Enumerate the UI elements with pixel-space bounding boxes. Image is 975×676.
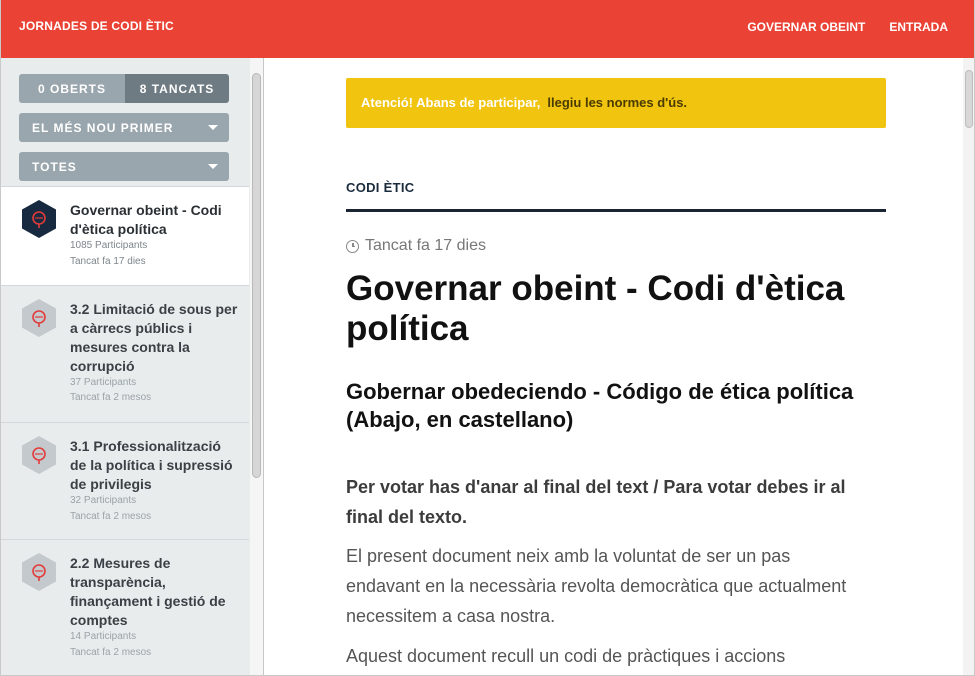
lead-text: Per votar has d'anar al final del text /… bbox=[346, 477, 846, 527]
topic-title: Governar obeint - Codi d'ètica política bbox=[70, 202, 222, 237]
topic-hexagon-icon bbox=[22, 200, 56, 238]
chevron-down-icon bbox=[208, 125, 218, 130]
topic-participants: 14 Participants bbox=[70, 631, 137, 642]
main-scrollbar-thumb[interactable] bbox=[965, 70, 973, 128]
site-brand[interactable]: JORNADES DE CODI ÈTIC bbox=[19, 19, 174, 33]
topic-hexagon-icon bbox=[22, 299, 56, 337]
category-divider bbox=[346, 209, 886, 212]
top-nav: GOVERNAR OBEINT ENTRADA bbox=[747, 20, 948, 34]
topic-status: Tancat fa 2 mesos bbox=[70, 511, 152, 522]
sort-select-label: EL MÉS NOU PRIMER bbox=[32, 120, 174, 135]
sort-select[interactable]: EL MÉS NOU PRIMER bbox=[19, 113, 229, 142]
page-subtitle: Gobernar obedeciendo - Código de ética p… bbox=[346, 379, 854, 432]
scope-select-label: TOTES bbox=[32, 159, 77, 174]
topic-item[interactable]: 3.2 Limitació de sous per a càrrecs públ… bbox=[1, 285, 249, 422]
sidebar-scrollbar-thumb[interactable] bbox=[252, 73, 261, 478]
app-window: JORNADES DE CODI ÈTIC GOVERNAR OBEINT EN… bbox=[0, 0, 975, 676]
page-title: Governar obeint - Codi d'ètica política bbox=[346, 269, 845, 348]
topic-participants: 1085 Participants bbox=[70, 240, 148, 251]
topic-item[interactable]: 2.2 Mesures de transparència, finançamen… bbox=[1, 539, 249, 675]
body-paragraph: El present document neix amb la voluntat… bbox=[346, 546, 847, 626]
topic-item[interactable]: Governar obeint - Codi d'ètica política … bbox=[1, 186, 249, 285]
topic-status: Tancat fa 2 mesos bbox=[70, 392, 152, 403]
topic-title: 3.2 Limitació de sous per a càrrecs públ… bbox=[70, 301, 238, 374]
topic-hexagon-icon bbox=[22, 436, 56, 474]
scope-select[interactable]: TOTES bbox=[19, 152, 229, 181]
sidebar: 0 OBERTS 8 TANCATS EL MÉS NOU PRIMER TOT… bbox=[1, 58, 264, 675]
body-paragraph: Aquest document recull un codi de pràcti… bbox=[346, 646, 786, 666]
chevron-down-icon bbox=[208, 164, 218, 169]
notice-rules-link[interactable]: llegiu les normes d'ús. bbox=[547, 95, 687, 110]
closed-status-text: Tancat fa 17 dies bbox=[365, 237, 486, 254]
nav-link-entrada[interactable]: ENTRADA bbox=[889, 20, 948, 34]
topic-participants: 37 Participants bbox=[70, 377, 137, 388]
main-scrollbar-track[interactable] bbox=[963, 58, 974, 675]
category-label[interactable]: CODI ÈTIC bbox=[346, 180, 414, 195]
topic-title: 3.1 Professionalització de la política i… bbox=[70, 438, 233, 492]
top-bar: JORNADES DE CODI ÈTIC GOVERNAR OBEINT EN… bbox=[1, 0, 974, 58]
notice-banner: Atenció! Abans de participar, llegiu les … bbox=[346, 78, 886, 128]
topic-participants: 32 Participants bbox=[70, 495, 137, 506]
status-filter-toggle: 0 OBERTS 8 TANCATS bbox=[19, 74, 229, 103]
topic-title: 2.2 Mesures de transparència, finançamen… bbox=[70, 555, 226, 628]
closed-status: Tancat fa 17 dies bbox=[346, 237, 486, 255]
notice-text: Atenció! Abans de participar, bbox=[361, 95, 541, 110]
topic-status: Tancat fa 2 mesos bbox=[70, 647, 152, 658]
topic-hexagon-icon bbox=[22, 553, 56, 591]
clock-icon bbox=[346, 239, 359, 253]
filter-closed-button[interactable]: 8 TANCATS bbox=[125, 74, 229, 103]
filter-open-button[interactable]: 0 OBERTS bbox=[19, 74, 125, 103]
nav-link-governar[interactable]: GOVERNAR OBEINT bbox=[747, 20, 865, 34]
topic-status: Tancat fa 17 dies bbox=[70, 256, 146, 267]
topic-item[interactable]: 3.1 Professionalització de la política i… bbox=[1, 422, 249, 539]
